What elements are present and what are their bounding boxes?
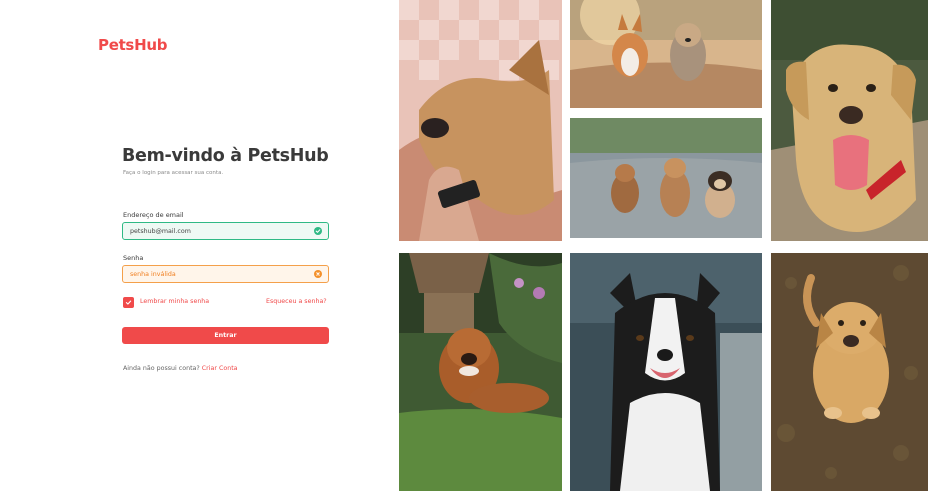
login-panel: PetsHub Bem-vindo à PetsHub Faça o login… [0,0,398,491]
create-account-link[interactable]: Criar Conta [202,365,238,372]
three-puppies-photo [570,118,762,238]
email-label: Endereço de email [123,211,184,219]
remember-label[interactable]: Lembrar minha senha [140,298,209,305]
signup-prompt: Ainda não possui conta? Criar Conta [123,365,238,372]
remember-checkbox[interactable] [123,297,134,308]
login-button[interactable]: Entrar [122,327,329,344]
dog-sitting-grass-photo [771,253,928,491]
error-circle-icon [314,270,322,278]
border-collie-photo [570,253,762,491]
brand-logo[interactable]: PetsHub [98,36,167,54]
page-title: Bem-vindo à PetsHub [122,146,329,166]
check-circle-icon [314,227,322,235]
password-label: Senha [123,254,144,262]
checkmark-icon [125,300,132,305]
password-field[interactable] [122,265,329,283]
signup-prompt-text: Ainda não possui conta? [123,365,200,372]
two-dogs-running-photo [570,0,762,108]
dog-with-hand-photo [399,0,562,241]
labrador-tongue-photo [771,0,928,241]
page-subtitle: Faça o login para acessar sua conta. [123,170,224,176]
forgot-password-link[interactable]: Esqueceu a senha? [266,298,327,305]
email-field[interactable] [122,222,329,240]
dog-in-garden-photo [399,253,562,491]
